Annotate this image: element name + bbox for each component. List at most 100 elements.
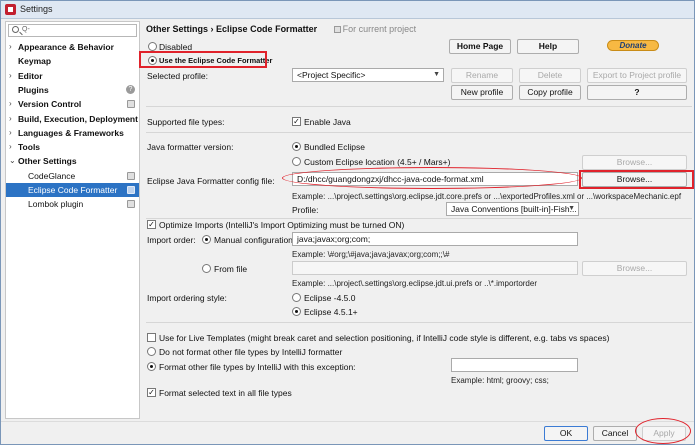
from-file-input[interactable] (292, 261, 578, 275)
chevron-down-icon: ▼ (433, 71, 440, 78)
eclipse-profile-select[interactable]: Java Conventions [built-in]-Fish... ▼ (446, 202, 579, 216)
manual-import-order-example: Example: \#org;\#java;java;javax;org;com… (292, 250, 450, 259)
expand-arrow-icon[interactable]: ⌄ (9, 154, 16, 168)
sidebar-item-plugins[interactable]: Plugins? (6, 83, 139, 97)
new-profile-button[interactable]: New profile (451, 85, 513, 100)
sidebar-item-label: Other Settings (18, 156, 77, 167)
format-exception-example: Example: html; groovy; css; (451, 376, 549, 385)
profile-label: Profile: (292, 205, 319, 215)
import-order-label: Import order: (147, 235, 196, 245)
help-button[interactable]: Help (517, 39, 579, 54)
bundled-eclipse-radio[interactable] (292, 142, 301, 151)
sidebar-item-label: Appearance & Behavior (18, 42, 114, 52)
expand-arrow-icon[interactable]: › (9, 140, 12, 154)
sidebar-item-keymap[interactable]: Keymap (6, 54, 139, 68)
annotation-box-browse (579, 170, 694, 189)
project-scope-icon (127, 100, 135, 109)
selected-profile-select[interactable]: <Project Specific> ▼ (292, 68, 444, 82)
custom-eclipse-browse-button[interactable]: Browse... (582, 155, 687, 170)
sidebar-item-label: Lombok plugin (28, 199, 84, 210)
sidebar-item-other-settings[interactable]: ⌄ Other Settings (6, 154, 139, 168)
chevron-down-icon: ▼ (568, 205, 575, 212)
manual-import-order-input[interactable]: java;javax;org;com; (292, 232, 578, 246)
divider (146, 218, 692, 219)
for-current-project: For current project (342, 24, 417, 34)
settings-window: Settings Q- › Appearance & Behavior Keymap… (0, 0, 695, 445)
format-exception-input[interactable] (451, 358, 578, 372)
copy-profile-button[interactable]: Copy profile (519, 85, 581, 100)
sidebar-item-appearance-behavior[interactable]: › Appearance & Behavior (6, 40, 139, 54)
sidebar-item-label: Languages & Frameworks (18, 127, 124, 138)
config-file-example: Example: ...\project\.settings\org.eclip… (292, 192, 682, 201)
custom-eclipse-radio[interactable] (292, 157, 301, 166)
divider (146, 322, 692, 323)
sidebar-item-label: CodeGlance (28, 170, 76, 181)
divider (146, 132, 692, 133)
optimize-imports-checkbox[interactable]: ✓ (147, 220, 156, 229)
enable-java-checkbox[interactable]: ✓ (292, 117, 301, 126)
sidebar-item-editor[interactable]: › Editor (6, 69, 139, 83)
sidebar-item-label: Editor (18, 70, 43, 81)
format-other-radio[interactable] (147, 362, 156, 371)
expand-arrow-icon[interactable]: › (9, 97, 12, 111)
sidebar-item-lombok-plugin[interactable]: Lombok plugin (6, 197, 139, 211)
cancel-button[interactable]: Cancel (593, 426, 637, 441)
breadcrumb-current: Eclipse Code Formatter (216, 24, 318, 34)
intellij-app-icon (5, 4, 16, 15)
live-templates-checkbox[interactable] (147, 333, 156, 342)
sidebar-item-eclipse-code-formatter[interactable]: Eclipse Code Formatter (6, 183, 139, 197)
eclipse-451-label: Eclipse 4.5.1+ (304, 307, 358, 317)
expand-arrow-icon[interactable]: › (9, 69, 12, 83)
custom-eclipse-label: Custom Eclipse location (4.5+ / Mars+) (304, 157, 451, 167)
settings-search-input[interactable]: Q- (8, 24, 137, 37)
do-not-format-radio[interactable] (147, 347, 156, 356)
settings-sidebar: Q- › Appearance & Behavior Keymap › Editor Pl… (5, 21, 140, 419)
expand-arrow-icon[interactable]: › (9, 126, 12, 140)
sidebar-item-label: Version Control (18, 99, 82, 110)
selected-profile-label: Selected profile: (147, 71, 208, 81)
annotation-box-use-formatter (139, 51, 267, 68)
rename-button[interactable]: Rename (451, 68, 513, 83)
enable-java-label: Enable Java (304, 117, 351, 127)
sidebar-item-build-execution-deployment[interactable]: › Build, Execution, Deployment (6, 112, 139, 126)
sidebar-item-label: Keymap (18, 56, 52, 67)
disabled-radio[interactable] (148, 42, 157, 51)
sidebar-item-tools[interactable]: › Tools (6, 140, 139, 154)
eclipse-451-radio[interactable] (292, 307, 301, 316)
main-panel: Other Settings › Eclipse Code Formatter … (139, 21, 694, 419)
live-templates-label: Use for Live Templates (might break care… (159, 333, 610, 343)
format-other-label: Format other file types by IntelliJ with… (159, 362, 356, 372)
expand-arrow-icon[interactable]: › (9, 112, 12, 126)
from-file-label: From file (214, 264, 248, 274)
delete-button[interactable]: Delete (519, 68, 581, 83)
donate-button[interactable]: Donate (607, 40, 659, 51)
ok-button[interactable]: OK (544, 426, 588, 441)
sidebar-item-label: Plugins (18, 84, 49, 95)
format-selected-label: Format selected text in all file types (159, 388, 292, 398)
config-file-label: Eclipse Java Formatter config file: (147, 176, 275, 186)
eclipse-450-label: Eclipse -4.5.0 (304, 293, 356, 303)
expand-arrow-icon[interactable]: › (9, 40, 12, 54)
from-file-browse-button[interactable]: Browse... (582, 261, 687, 276)
sidebar-item-languages-frameworks[interactable]: › Languages & Frameworks (6, 126, 139, 140)
sidebar-item-version-control[interactable]: › Version Control (6, 97, 139, 111)
project-scope-icon (127, 200, 135, 209)
search-caret: Q- (22, 26, 30, 33)
manual-configuration-radio[interactable] (202, 235, 211, 244)
eclipse-profile-value: Java Conventions [built-in]-Fish... (451, 204, 577, 214)
eclipse-450-radio[interactable] (292, 293, 301, 302)
bundled-eclipse-label: Bundled Eclipse (304, 142, 365, 152)
breadcrumb-parent: Other Settings (146, 24, 209, 34)
home-page-button[interactable]: Home Page (449, 39, 511, 54)
sidebar-item-codeglance[interactable]: CodeGlance (6, 169, 139, 183)
from-file-radio[interactable] (202, 264, 211, 273)
optimize-imports-label: Optimize Imports (IntelliJ's Import Opti… (159, 220, 405, 230)
manual-configuration-label: Manual configuration (214, 235, 293, 245)
search-icon (12, 26, 19, 33)
from-file-example: Example: ...\project\.settings\org.eclip… (292, 279, 537, 288)
format-selected-checkbox[interactable]: ✓ (147, 388, 156, 397)
profile-help-button[interactable]: ? (587, 85, 687, 100)
export-profile-button[interactable]: Export to Project profile (587, 68, 687, 83)
java-formatter-version-label: Java formatter version: (147, 142, 234, 152)
help-icon: ? (126, 84, 135, 94)
